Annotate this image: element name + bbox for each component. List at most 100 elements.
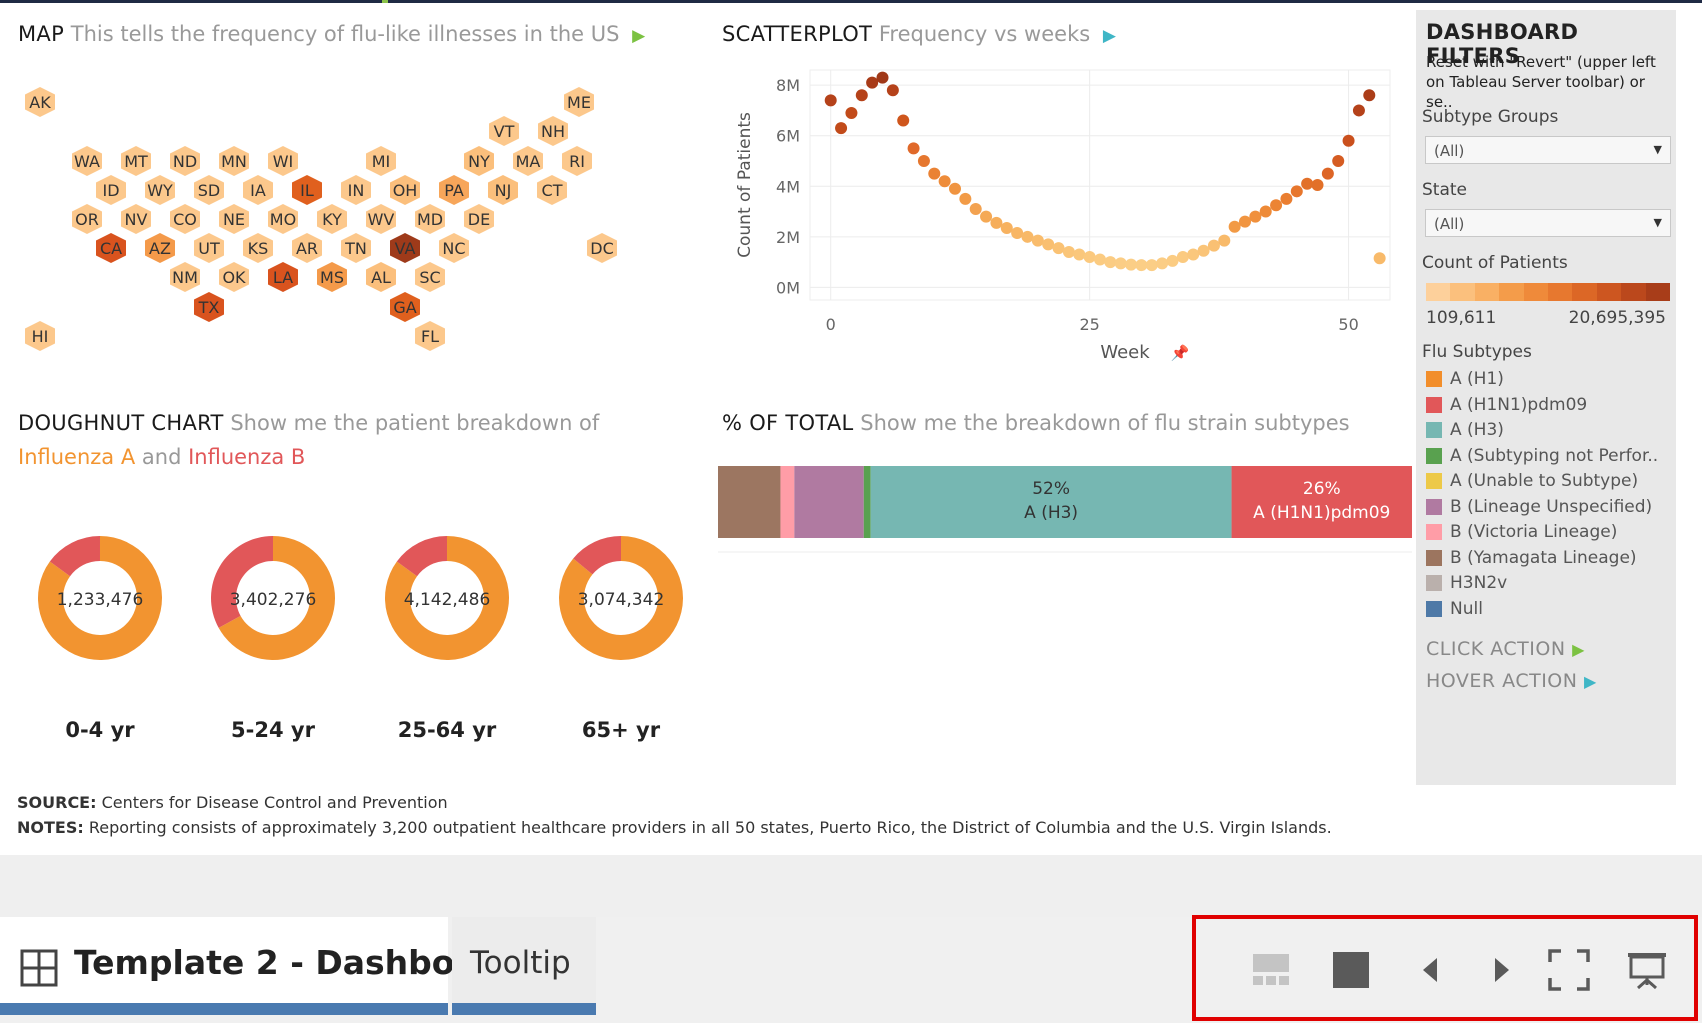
previous-button[interactable] [1408,947,1454,993]
percent-of-total-bar: 52% A (H3) 26% A (H1N1)pdm09 [718,466,1412,553]
thumbnail-view-button[interactable] [1248,947,1294,993]
state-hex-il[interactable]: IL [292,175,322,205]
state-hex-al[interactable]: AL [366,262,396,292]
legend-item[interactable]: Null [1426,598,1483,620]
state-hex-wa[interactable]: WA [72,146,102,176]
state-hex-hi[interactable]: HI [25,321,55,351]
state-hex-ga[interactable]: GA [390,292,420,322]
scatter-point [1166,254,1179,267]
legend-item[interactable]: B (Victoria Lineage) [1426,521,1617,543]
state-hex-ms[interactable]: MS [317,262,347,292]
legend-item[interactable]: A (H1) [1426,368,1504,390]
tab-tooltip[interactable]: Tooltip [452,917,596,1015]
scatter-title-main: SCATTERPLOT [722,22,873,46]
scatter-point [1083,251,1096,264]
scatter-point [1052,242,1065,255]
next-button[interactable] [1478,947,1524,993]
legend-swatch [1426,524,1442,540]
state-hex-wy[interactable]: WY [145,175,175,205]
legend-item[interactable]: A (H1N1)pdm09 [1426,394,1587,416]
state-hex-ak[interactable]: AK [25,87,55,117]
present-button[interactable] [1624,947,1670,993]
state-hex-az[interactable]: AZ [145,233,175,263]
play-icon: ▶ [632,26,646,46]
state-hex-va[interactable]: VA [390,233,420,263]
state-hex-ne[interactable]: NE [219,204,249,234]
state-hex-nh[interactable]: NH [538,116,568,146]
state-hex-de[interactable]: DE [464,204,494,234]
state-hex-nv[interactable]: NV [121,204,151,234]
state-hex-mi[interactable]: MI [366,146,396,176]
state-hex-md[interactable]: MD [415,204,445,234]
state-hex-wv[interactable]: WV [366,204,396,234]
state-hex-ny[interactable]: NY [464,146,494,176]
state-hex-pa[interactable]: PA [439,175,469,205]
state-hex-sd[interactable]: SD [194,175,224,205]
state-hex-ok[interactable]: OK [219,262,249,292]
scatter-point [1373,252,1386,265]
state-hex-ar[interactable]: AR [292,233,322,263]
legend-item[interactable]: B (Yamagata Lineage) [1426,547,1637,569]
state-hex-mo[interactable]: MO [268,204,298,234]
scatter-point [1249,210,1262,223]
state-hex-tn[interactable]: TN [341,233,371,263]
subtype-groups-select[interactable]: (All) ▼ [1425,136,1671,164]
single-view-icon [1333,952,1369,988]
state-hex-la[interactable]: LA [268,262,298,292]
scatter-point [1207,239,1220,252]
state-hex-oh[interactable]: OH [390,175,420,205]
legend-item[interactable]: B (Lineage Unspecified) [1426,496,1652,518]
legend-label: A (Unable to Subtype) [1450,471,1639,491]
legend-item[interactable]: A (Unable to Subtype) [1426,470,1638,492]
state-hex-nj[interactable]: NJ [488,175,518,205]
scatter-point [928,167,941,180]
state-hex-ct[interactable]: CT [537,175,567,205]
state-hex-me[interactable]: ME [564,87,594,117]
state-hex-in[interactable]: IN [341,175,371,205]
state-hex-mt[interactable]: MT [121,146,151,176]
state-hex-fl[interactable]: FL [415,321,445,351]
scatter-point [845,106,858,119]
scatter-point [1042,238,1055,251]
state-hex-dc[interactable]: DC [587,233,617,263]
scatter-point [824,94,837,107]
scatter-point [1011,227,1024,240]
state-hex-nd[interactable]: ND [170,146,200,176]
single-view-button[interactable] [1328,947,1374,993]
state-hex-tx[interactable]: TX [194,292,224,322]
legend-item[interactable]: A (H3) [1426,419,1504,441]
state-hex-sc[interactable]: SC [415,262,445,292]
scatter-point [1239,215,1251,228]
separator-strip [0,855,1702,917]
state-hex-or[interactable]: OR [72,204,102,234]
state-hex-ca[interactable]: CA [96,233,126,263]
count-of-patients-label: Count of Patients [1422,253,1568,273]
fullscreen-button[interactable] [1546,947,1592,993]
legend-item[interactable]: H3N2v [1426,572,1507,594]
legend-item[interactable]: A (Subtyping not Perfor.. [1426,445,1658,467]
state-hex-ky[interactable]: KY [317,204,347,234]
state-hex-vt[interactable]: VT [489,116,519,146]
state-hex-nm[interactable]: NM [170,262,200,292]
scatter-point [1332,154,1345,167]
state-hex-nc[interactable]: NC [439,233,469,263]
scatter-point [1197,244,1210,257]
state-hex-wi[interactable]: WI [268,146,298,176]
state-hex-ma[interactable]: MA [513,146,543,176]
state-hex-co[interactable]: CO [170,204,200,234]
state-hex-mn[interactable]: MN [219,146,249,176]
doughnut-center-label: 3,074,342 [578,590,665,610]
ramp-step [1450,283,1475,301]
tab-template-2-dashboard[interactable]: Template 2 - Dashboard [0,917,517,1015]
age-group-label: 65+ yr [582,718,661,742]
state-hex-ia[interactable]: IA [243,175,273,205]
state-hex-ks[interactable]: KS [243,233,273,263]
ramp-step [1523,283,1549,301]
state-hex-ri[interactable]: RI [562,146,592,176]
source-label: SOURCE: [17,793,97,812]
state-select[interactable]: (All) ▼ [1425,209,1671,237]
state-hex-ut[interactable]: UT [194,233,224,263]
ramp-step [1426,283,1451,301]
doughnut-center-label: 3,402,276 [230,590,317,610]
state-hex-id[interactable]: ID [96,175,126,205]
